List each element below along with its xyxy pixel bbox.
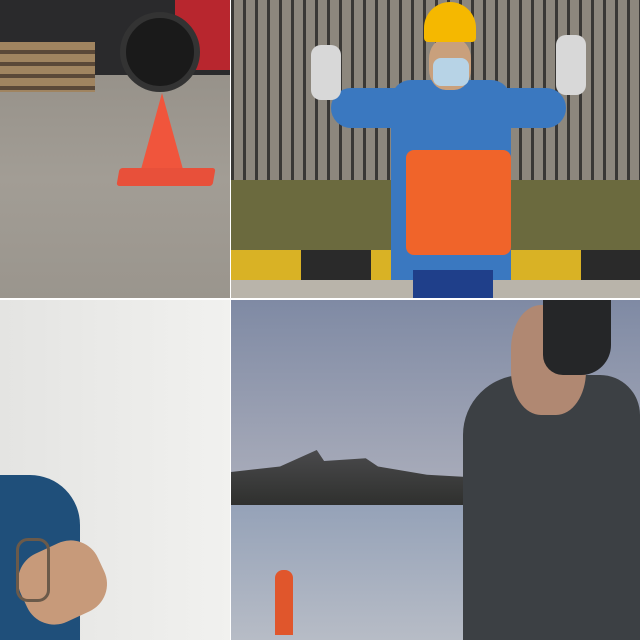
photo-man-by-frozen-sea [231, 300, 640, 640]
city-skyline [231, 450, 476, 505]
photo-traffic-worker [231, 0, 640, 298]
face-mask [433, 58, 469, 86]
forklift-wheel [120, 12, 200, 92]
left-glove [311, 45, 341, 100]
wooden-pallet [0, 42, 95, 92]
photo-collage [0, 0, 640, 640]
traffic-cone [140, 93, 184, 173]
sunglasses [16, 538, 50, 602]
beanie-hat [543, 300, 611, 375]
distant-person [275, 570, 293, 635]
worker-pants [413, 270, 493, 298]
cone-base [116, 168, 216, 186]
photo-forklift-cone [0, 0, 230, 298]
photo-man-polo-shirt [0, 300, 230, 640]
right-glove [556, 35, 586, 95]
safety-vest [406, 150, 511, 255]
